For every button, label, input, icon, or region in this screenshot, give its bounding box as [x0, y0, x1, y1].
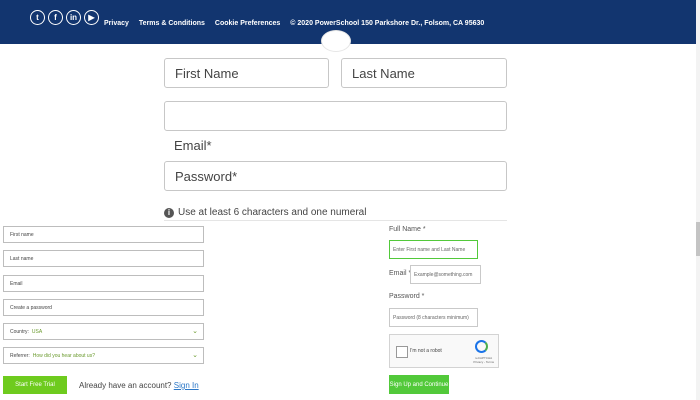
password-hint-text: Use at least 6 characters and one numera…	[178, 207, 367, 218]
twitter-icon[interactable]: t	[30, 10, 45, 25]
privacy-link[interactable]: Privacy	[104, 20, 129, 27]
linkedin-icon[interactable]: in	[66, 10, 81, 25]
info-icon: i	[164, 207, 174, 218]
chevron-down-icon: ⌄	[192, 328, 198, 335]
country-select[interactable]: Country: USA ⌄	[3, 323, 204, 340]
last-name-input[interactable]: Last Name	[341, 58, 507, 88]
scrollbar-thumb[interactable]	[696, 222, 700, 256]
cookie-preferences-link[interactable]: Cookie Preferences	[215, 20, 280, 27]
social-links: t f in ▶	[30, 10, 99, 25]
country-value: USA	[31, 328, 43, 335]
trial-first-name-input[interactable]: First name	[3, 226, 204, 243]
referrer-label: Referrer:	[10, 352, 30, 359]
scrollbar-track[interactable]	[696, 0, 700, 400]
trial-email-input[interactable]: Email	[3, 275, 204, 292]
email-label: Email*	[174, 138, 212, 153]
email-input[interactable]	[164, 101, 507, 131]
trial-password-input[interactable]: Create a password	[3, 299, 204, 316]
logo-circle	[321, 30, 351, 52]
trial-last-name-input[interactable]: Last name	[3, 250, 204, 267]
referrer-select[interactable]: Referrer: How did you hear about us? ⌄	[3, 347, 204, 364]
youtube-icon[interactable]: ▶	[84, 10, 99, 25]
sign-in-link[interactable]: Sign In	[174, 381, 199, 390]
full-name-input[interactable]: Enter First name and Last Name	[389, 240, 478, 259]
recaptcha-brand: reCAPTCHA Privacy - Terms	[473, 356, 494, 364]
recaptcha-widget: I'm not a robot reCAPTCHA Privacy - Term…	[389, 334, 499, 368]
referrer-value: How did you hear about us?	[32, 352, 95, 359]
first-name-input[interactable]: First Name	[164, 58, 329, 88]
recaptcha-icon	[475, 340, 488, 353]
sign-up-continue-button[interactable]: Sign Up and Continue	[389, 375, 449, 394]
terms-link[interactable]: Terms & Conditions	[139, 20, 205, 27]
country-label: Country:	[10, 328, 29, 335]
email-input-right[interactable]: Example@something.com	[410, 265, 481, 284]
already-account-text: Already have an account? Sign In	[79, 381, 199, 390]
copyright-text: © 2020 PowerSchool 150 Parkshore Dr., Fo…	[290, 20, 485, 27]
password-input-right[interactable]: Password (8 characters minimum)	[389, 308, 478, 327]
captcha-checkbox[interactable]	[396, 346, 408, 358]
captcha-text: I'm not a robot	[410, 348, 442, 354]
password-input[interactable]: Password*	[164, 161, 507, 191]
already-account-label: Already have an account?	[79, 381, 172, 390]
password-hint: i Use at least 6 characters and one nume…	[164, 207, 366, 218]
divider	[164, 220, 507, 221]
email-label-right: Email *	[389, 270, 412, 277]
password-label-right: Password *	[389, 293, 425, 300]
recaptcha-privacy-terms[interactable]: Privacy - Terms	[473, 360, 494, 364]
facebook-icon[interactable]: f	[48, 10, 63, 25]
chevron-down-icon: ⌄	[192, 352, 198, 359]
full-name-label: Full Name *	[389, 226, 426, 233]
start-free-trial-button[interactable]: Start Free Trial	[3, 376, 67, 394]
